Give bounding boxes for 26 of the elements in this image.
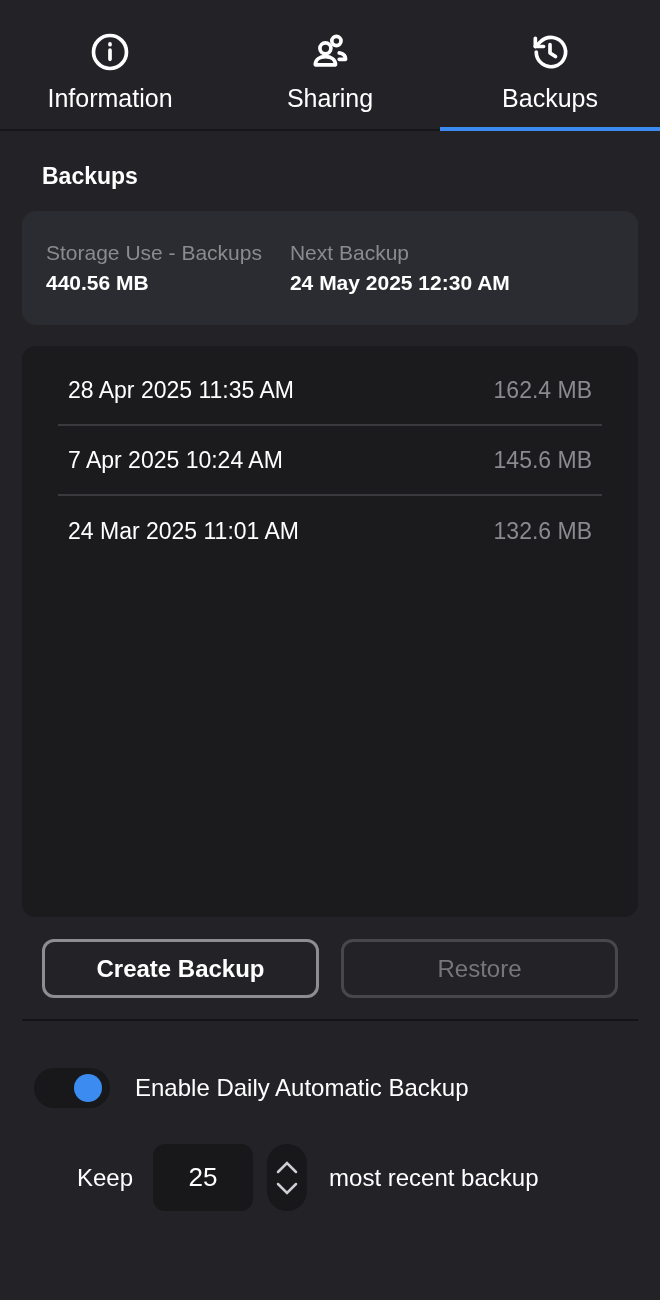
summary-value: 440.56 MB <box>46 270 150 296</box>
stepper[interactable] <box>267 1144 308 1211</box>
toggle-switch[interactable] <box>34 1068 110 1108</box>
backup-row[interactable]: 28 Apr 2025 11:35 AM 162.4 MB <box>58 356 602 426</box>
summary-label: Next Backup <box>289 240 410 266</box>
tab[interactable]: Information <box>0 0 220 131</box>
backup-row[interactable]: 7 Apr 2025 10:24 AM 145.6 MB <box>58 426 602 496</box>
backup-size: 162.4 MB <box>493 375 592 405</box>
backup-date: 28 Apr 2025 11:35 AM <box>68 375 294 405</box>
tab[interactable]: Backups <box>440 0 660 131</box>
create-button[interactable]: Create Backup <box>42 939 319 998</box>
summary-label: Storage Use - Backups <box>46 240 262 266</box>
backup-date: 24 Mar 2025 11:01 AM <box>68 516 299 546</box>
summary-value: 24 May 2025 12:30 AM <box>289 270 510 296</box>
up-chevron-icon[interactable] <box>275 1159 300 1174</box>
backup-size: 145.6 MB <box>493 445 592 475</box>
backup-size: 132.6 MB <box>493 516 592 546</box>
keep-count-field[interactable]: 25 <box>153 1144 254 1211</box>
section-title: Backups <box>42 162 139 191</box>
backup-row[interactable]: 24 Mar 2025 11:01 AM 132.6 MB <box>58 496 602 566</box>
tab[interactable]: Sharing <box>220 0 440 131</box>
toggle-label: Enable Daily Automatic Backup <box>135 1073 469 1103</box>
keep-suffix: most recent backup <box>329 1162 539 1193</box>
keep-label: Keep <box>77 1162 134 1193</box>
backup-date: 7 Apr 2025 10:24 AM <box>68 445 283 475</box>
down-chevron-icon[interactable] <box>275 1181 300 1196</box>
